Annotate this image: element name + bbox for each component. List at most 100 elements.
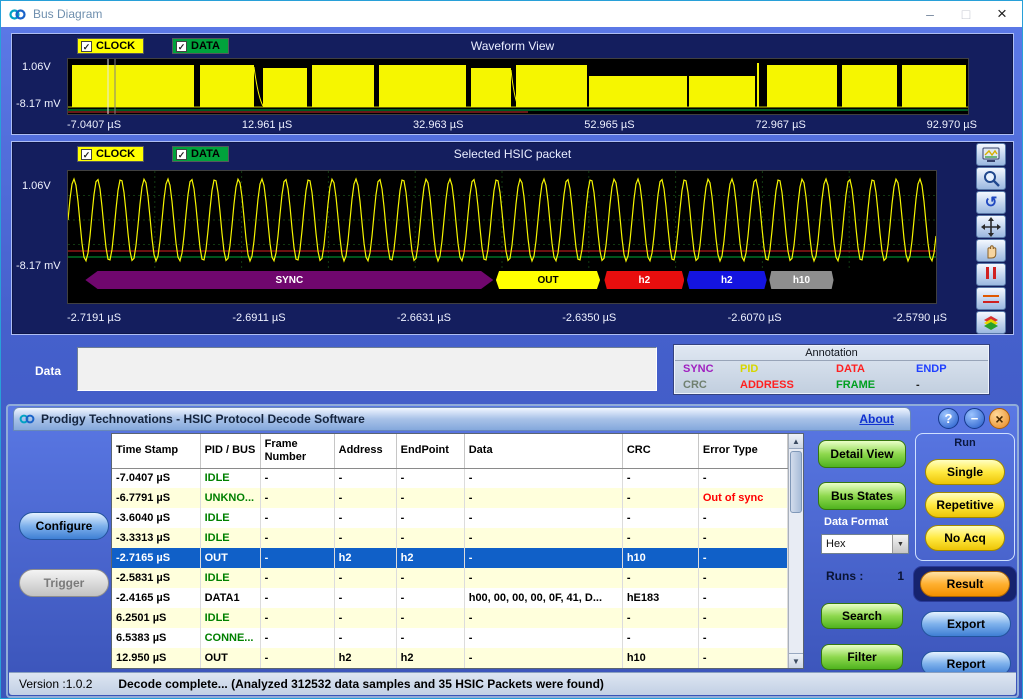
scroll-up-icon[interactable]: ▲ <box>789 434 803 449</box>
pan-button[interactable] <box>976 215 1006 238</box>
voltage-top-label: 1.06V <box>22 61 51 73</box>
packet-bar[interactable]: h10 <box>769 271 833 289</box>
column-header[interactable]: Frame Number <box>260 434 334 468</box>
configure-button[interactable]: Configure <box>19 512 109 540</box>
decode-cell: - <box>464 528 622 548</box>
column-header[interactable]: EndPoint <box>396 434 464 468</box>
annotation-label: ENDP <box>916 361 988 377</box>
decoder-title: Prodigy Technovations - HSIC Protocol De… <box>41 412 365 426</box>
minimize-icon[interactable]: – <box>912 1 948 27</box>
about-link[interactable]: About <box>859 412 894 426</box>
filter-button[interactable]: Filter <box>821 644 903 670</box>
decode-table-body: -7.0407 µSIDLE-------6.7791 µSUNKNO...--… <box>112 468 788 668</box>
decode-cell: h2 <box>334 648 396 668</box>
display-settings-button[interactable] <box>976 143 1006 166</box>
packet-bar[interactable]: SYNC <box>85 271 493 289</box>
packet-waveform[interactable]: SYNCOUTh2h2h10 <box>67 170 937 304</box>
overview-waveform-svg <box>68 59 968 114</box>
decode-cell: IDLE <box>200 608 260 628</box>
decoder-close-button[interactable]: × <box>989 408 1010 429</box>
bus-states-button[interactable]: Bus States <box>818 482 906 510</box>
close-icon[interactable]: × <box>984 1 1020 27</box>
decode-row[interactable]: 6.2501 µSIDLE------ <box>112 608 788 628</box>
decode-cell: - <box>464 628 622 648</box>
data-field[interactable] <box>77 347 657 391</box>
export-button[interactable]: Export <box>921 611 1011 637</box>
prodigy-logo-icon <box>19 412 35 426</box>
decode-cell: - <box>622 508 698 528</box>
maximize-icon[interactable]: □ <box>948 1 984 27</box>
status-message: Decode complete... (Analyzed 312532 data… <box>118 677 604 691</box>
annotation-label: FRAME <box>836 377 916 393</box>
decode-row[interactable]: -3.6040 µSIDLE------ <box>112 508 788 528</box>
decode-row[interactable]: 12.950 µSOUT-h2h2-h10- <box>112 648 788 668</box>
decode-cell: - <box>464 648 622 668</box>
column-header[interactable]: Error Type <box>698 434 787 468</box>
data-format-label: Data Format <box>824 516 888 528</box>
scrollbar-thumb[interactable] <box>790 451 802 513</box>
decode-cell: - <box>334 568 396 588</box>
dropdown-arrow-icon[interactable]: ▼ <box>892 535 908 553</box>
app-logo-icon <box>9 6 26 23</box>
time-axis-label: -2.6911 µS <box>232 312 285 324</box>
decode-row[interactable]: -2.4165 µSDATA1---h00, 00, 00, 00, 0F, 4… <box>112 588 788 608</box>
decode-cell: - <box>260 468 334 488</box>
decoder-minimize-button[interactable]: − <box>964 408 985 429</box>
cursors-button[interactable] <box>976 287 1006 310</box>
decode-cell: - <box>396 588 464 608</box>
pan-icon <box>981 217 1001 237</box>
decode-row[interactable]: -3.3313 µSIDLE------ <box>112 528 788 548</box>
scroll-down-icon[interactable]: ▼ <box>789 653 803 668</box>
time-axis-label: -7.0407 µS <box>67 119 121 131</box>
time-axis-label: -2.6350 µS <box>562 312 616 324</box>
decode-cell: - <box>334 628 396 648</box>
decode-cell: - <box>260 588 334 608</box>
window-titlebar: Bus Diagram – □ × <box>1 1 1022 27</box>
time-axis-label: 52.965 µS <box>584 119 634 131</box>
undo-button[interactable]: ↺ <box>976 191 1006 214</box>
decode-row[interactable]: -7.0407 µSIDLE------ <box>112 468 788 488</box>
help-button[interactable]: ? <box>938 408 959 429</box>
search-button[interactable]: Search <box>821 603 903 629</box>
decode-table: Time StampPID / BUSFrame NumberAddressEn… <box>111 433 804 669</box>
decode-cell: -3.6040 µS <box>112 508 200 528</box>
column-header[interactable]: Data <box>464 434 622 468</box>
status-bar: Version :1.0.2 Decode complete... (Analy… <box>9 672 1016 695</box>
decode-row[interactable]: -2.5831 µSIDLE------ <box>112 568 788 588</box>
waveform-view-title: Waveform View <box>12 39 1013 53</box>
decode-cell: - <box>260 488 334 508</box>
decode-cell: - <box>698 588 787 608</box>
no-acq-button[interactable]: No Acq <box>925 525 1005 551</box>
decode-cell: - <box>260 608 334 628</box>
run-group-label: Run <box>916 437 1014 449</box>
packet-bar[interactable]: h2 <box>687 271 767 289</box>
data-format-select[interactable]: Hex ▼ <box>821 534 909 554</box>
decode-cell: - <box>396 568 464 588</box>
single-button[interactable]: Single <box>925 459 1005 485</box>
packet-bar[interactable]: OUT <box>496 271 600 289</box>
hand-button[interactable] <box>976 239 1006 262</box>
column-header[interactable]: CRC <box>622 434 698 468</box>
table-scrollbar[interactable]: ▲ ▼ <box>788 434 803 668</box>
detail-view-button[interactable]: Detail View <box>818 440 906 468</box>
decoder-titlebar: Prodigy Technovations - HSIC Protocol De… <box>13 407 911 431</box>
column-header[interactable]: Time Stamp <box>112 434 200 468</box>
time-axis-label: -2.5790 µS <box>893 312 947 324</box>
pause-button[interactable] <box>976 263 1006 286</box>
column-header[interactable]: Address <box>334 434 396 468</box>
zoom-button[interactable] <box>976 167 1006 190</box>
decode-row[interactable]: 6.5383 µSCONNE...------ <box>112 628 788 648</box>
decode-cell: - <box>464 608 622 628</box>
repetitive-button[interactable]: Repetitive <box>925 492 1005 518</box>
trigger-button[interactable]: Trigger <box>19 569 109 597</box>
packet-bar[interactable]: h2 <box>604 271 684 289</box>
result-button[interactable]: Result <box>920 571 1010 597</box>
runs-counter: Runs : 1 <box>826 569 904 583</box>
overview-waveform[interactable] <box>67 58 969 115</box>
decode-row[interactable]: -2.7165 µSOUT-h2h2-h10- <box>112 548 788 568</box>
decode-row[interactable]: -6.7791 µSUNKNO...-----Out of sync <box>112 488 788 508</box>
layers-button[interactable] <box>976 311 1006 334</box>
column-header[interactable]: PID / BUS <box>200 434 260 468</box>
main-content: ✓ CLOCK ✓ DATA Waveform View 1.06V -8.17… <box>1 27 1022 698</box>
decode-cell: - <box>464 548 622 568</box>
